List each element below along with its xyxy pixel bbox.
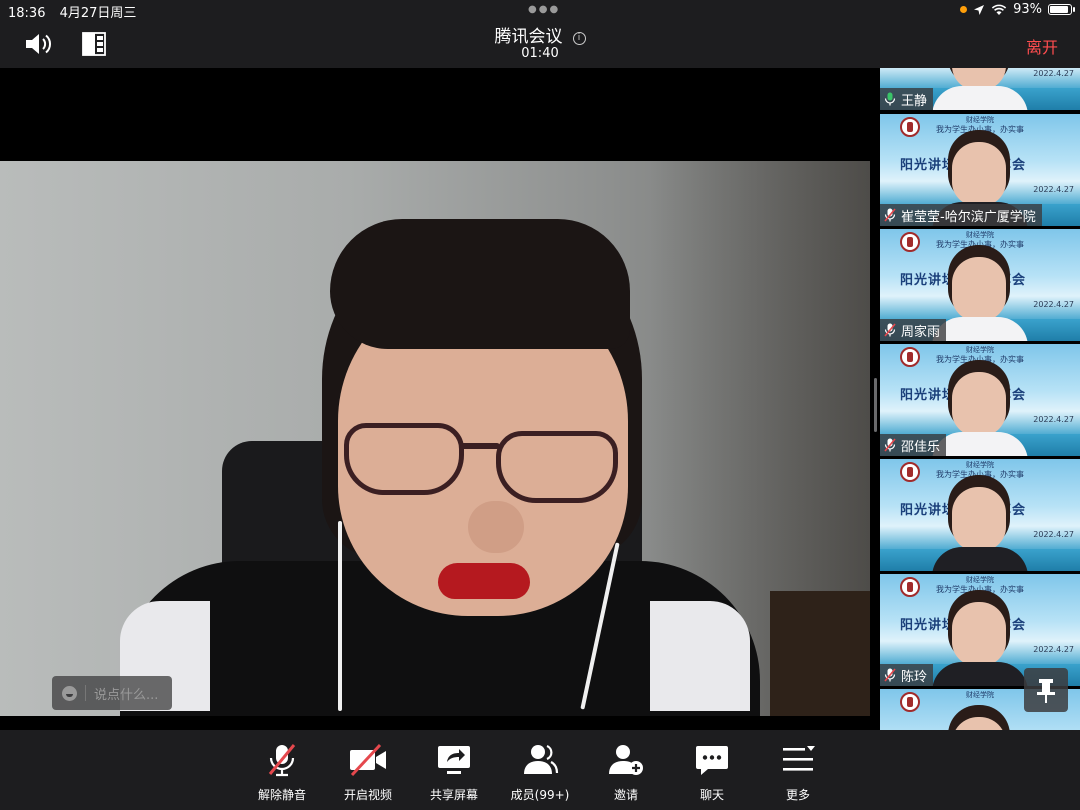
invite-label: 邀请 [613, 788, 638, 802]
more-menu-icon [783, 746, 815, 771]
slide-date: 2022.4.27 [1033, 645, 1074, 654]
participant-name-tag: 崔莹莹-哈尔滨广厦学院 [880, 204, 1042, 226]
status-date: 4月27日周三 [59, 6, 137, 21]
meeting-toolbar: 解除静音 开启视频 共享屏幕 成员(99+) 邀请 聊天 更多 [0, 730, 1080, 810]
meeting-timer: 01:40 [521, 46, 559, 61]
meeting-header: 腾讯会议 i 01:40 离开 [0, 20, 1080, 68]
slide-date: 2022.4.27 [1033, 69, 1074, 78]
members-button[interactable]: 成员(99+) [497, 730, 583, 810]
unmute-button[interactable]: 解除静音 [239, 730, 325, 810]
meeting-title: 腾讯会议 i [0, 22, 1080, 47]
participant-name: 邵佳乐 [901, 439, 941, 455]
leave-button[interactable]: 离开 [1026, 34, 1058, 58]
slide-subtitle: 我为学生办小事，办实事 [936, 585, 1024, 594]
active-speaker-video [0, 161, 870, 716]
participant-name-tag: 王静 [880, 88, 934, 110]
add-user-icon [609, 745, 643, 775]
participant-video [952, 142, 1006, 206]
participant-tile[interactable]: 2022.4.27 王静 [880, 68, 1080, 110]
participant-name: 周家雨 [901, 324, 941, 340]
mic-in-use-indicator-icon [960, 6, 968, 13]
participant-video [952, 257, 1006, 321]
share-screen-icon [438, 746, 470, 774]
slide-subtitle: 我为学生办小事，办实事 [936, 355, 1024, 364]
participant-name: 崔莹莹-哈尔滨广厦学院 [901, 209, 1036, 225]
mic-muted-icon [884, 668, 896, 682]
members-icon [524, 744, 559, 774]
mic-active-icon [884, 92, 896, 106]
chat-placeholder: 说点什么... [94, 687, 159, 703]
battery-fill [1050, 6, 1068, 13]
battery-icon [1048, 4, 1075, 15]
participant-video [952, 487, 1006, 551]
background-cabinet [770, 591, 870, 716]
slide-date: 2022.4.27 [1033, 185, 1074, 194]
mic-muted-icon [884, 323, 896, 337]
camera-off-icon [350, 743, 386, 777]
participant-video [952, 372, 1006, 436]
wifi-icon [991, 4, 1007, 15]
share-screen-label: 共享屏幕 [429, 788, 478, 802]
status-bar: 18:36 4月27日周三 ●●● 93% [0, 0, 1080, 21]
participant-tile[interactable]: 财经学院 我为学生办小事，办实事 直通车 阳光讲坛系列分享会 2022.4.27 [880, 459, 1080, 571]
location-icon [974, 4, 985, 15]
chat-icon [696, 746, 728, 775]
split-drag-handle[interactable] [874, 378, 877, 432]
start-video-label: 开启视频 [343, 788, 392, 802]
chat-label: 聊天 [699, 788, 724, 802]
slide-subtitle: 我为学生办小事，办实事 [936, 470, 1024, 479]
mic-muted-icon [884, 438, 896, 452]
participant-name-tag: 周家雨 [880, 319, 947, 341]
participant-video [952, 717, 1006, 730]
participant-gallery[interactable]: 2022.4.27 王静 财经学院 我为学生办小事，办实事 直通车 阳光讲坛系列… [880, 68, 1080, 730]
participant-tile[interactable]: 财经学院 我为学生办小事，办实事 直通车 阳光讲坛系列分享会 2022.4.27… [880, 114, 1080, 226]
participant-name: 陈玲 [901, 669, 928, 685]
participant-name-tag: 邵佳乐 [880, 434, 947, 456]
chat-input[interactable]: 说点什么... [52, 676, 172, 710]
pin-button[interactable] [1024, 668, 1068, 712]
slide-date: 2022.4.27 [1033, 530, 1074, 539]
status-time: 18:36 [8, 6, 46, 21]
slide-subtitle: 我为学生办小事，办实事 [936, 240, 1024, 249]
participant-video [952, 602, 1006, 666]
earphone-cable [338, 521, 342, 711]
unmute-label: 解除静音 [257, 788, 306, 802]
participant-tile[interactable]: 财经学院 我为学生办小事，办实事 直通车 阳光讲坛系列分享会 2022.4.27… [880, 344, 1080, 456]
mic-muted-icon [268, 744, 296, 777]
more-label: 更多 [785, 788, 810, 802]
members-label: 成员(99+) [510, 788, 570, 802]
start-video-button[interactable]: 开启视频 [325, 730, 411, 810]
chat-button[interactable]: 聊天 [669, 730, 755, 810]
share-screen-button[interactable]: 共享屏幕 [411, 730, 497, 810]
mic-muted-icon [884, 208, 896, 222]
slide-date: 2022.4.27 [1033, 415, 1074, 424]
meeting-title-text: 腾讯会议 [494, 27, 563, 47]
pin-icon [1037, 679, 1055, 703]
more-button[interactable]: 更多 [755, 730, 841, 810]
slide-date: 2022.4.27 [1033, 300, 1074, 309]
participant-name: 王静 [901, 93, 928, 109]
battery-percent: 93% [1013, 2, 1042, 17]
invite-button[interactable]: 邀请 [583, 730, 669, 810]
slide-subtitle: 我为学生办小事，办实事 [936, 125, 1024, 134]
participant-name-tag: 陈玲 [880, 664, 934, 686]
info-icon[interactable]: i [572, 32, 586, 45]
emoji-icon[interactable] [62, 685, 77, 701]
status-left: 18:36 4月27日周三 [8, 2, 146, 21]
main-video-area[interactable]: 说点什么... [0, 68, 870, 730]
participant-tile[interactable]: 财经学院 我为学生办小事，办实事 直通车 阳光讲坛系列分享会 2022.4.27… [880, 229, 1080, 341]
multitasking-dots-icon[interactable]: ●●● [528, 4, 560, 15]
glasses [344, 423, 464, 495]
status-right: 93% [960, 2, 1075, 17]
